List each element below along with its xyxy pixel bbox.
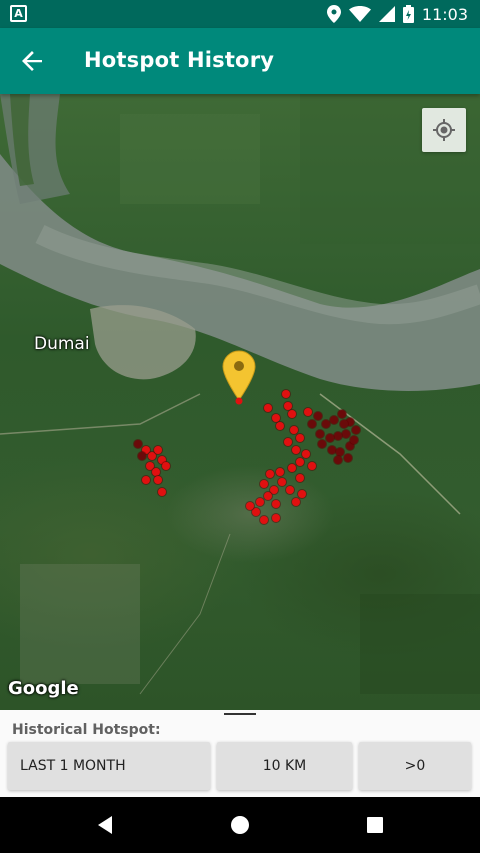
notification-app-icon: A bbox=[10, 5, 27, 22]
hotspot-marker[interactable] bbox=[330, 416, 338, 424]
status-icons: 11:03 bbox=[326, 4, 468, 24]
status-time: 11:03 bbox=[421, 4, 468, 24]
hotspot-marker[interactable] bbox=[288, 464, 296, 472]
hotspot-marker[interactable] bbox=[276, 422, 284, 430]
app-bar: Hotspot History bbox=[0, 28, 480, 94]
hotspot-marker[interactable] bbox=[272, 500, 280, 508]
hotspot-marker[interactable] bbox=[350, 436, 358, 444]
wifi-icon bbox=[348, 6, 371, 22]
hotspot-marker[interactable] bbox=[266, 470, 274, 478]
hotspot-marker[interactable] bbox=[290, 426, 298, 434]
signal-icon bbox=[378, 6, 395, 22]
hotspot-marker[interactable] bbox=[322, 420, 330, 428]
panel-label: Historical Hotspot: bbox=[12, 722, 161, 738]
hotspot-marker[interactable] bbox=[256, 498, 264, 506]
radius-filter-button[interactable]: 10 KM bbox=[217, 742, 352, 790]
hotspot-marker[interactable] bbox=[134, 440, 142, 448]
hotspot-marker[interactable] bbox=[308, 462, 316, 470]
hotspot-marker[interactable] bbox=[276, 468, 284, 476]
drag-handle[interactable] bbox=[224, 713, 256, 715]
hotspot-marker[interactable] bbox=[138, 452, 146, 460]
hotspot-marker[interactable] bbox=[154, 446, 162, 454]
hotspot-marker[interactable] bbox=[338, 410, 346, 418]
status-bar: A 11:03 bbox=[0, 0, 480, 28]
hotspot-marker[interactable] bbox=[288, 410, 296, 418]
hotspot-marker[interactable] bbox=[340, 420, 348, 428]
hotspot-marker[interactable] bbox=[314, 412, 322, 420]
hotspot-marker[interactable] bbox=[284, 438, 292, 446]
location-icon bbox=[326, 5, 341, 23]
hotspot-marker[interactable] bbox=[316, 430, 324, 438]
hotspot-marker[interactable] bbox=[278, 478, 286, 486]
google-attribution: Google bbox=[8, 678, 79, 699]
hotspot-marker[interactable] bbox=[342, 430, 350, 438]
hotspot-marker[interactable] bbox=[296, 434, 304, 442]
hotspot-marker[interactable] bbox=[246, 502, 254, 510]
hotspot-marker[interactable] bbox=[328, 446, 336, 454]
hotspot-marker[interactable] bbox=[296, 458, 304, 466]
hotspot-marker[interactable] bbox=[296, 474, 304, 482]
hotspot-marker[interactable] bbox=[260, 516, 268, 524]
hotspot-marker[interactable] bbox=[292, 498, 300, 506]
back-triangle-icon bbox=[98, 816, 112, 834]
arrow-back-icon bbox=[22, 51, 42, 71]
location-marker-icon[interactable] bbox=[222, 350, 256, 406]
time-filter-button[interactable]: LAST 1 MONTH bbox=[8, 742, 210, 790]
hotspot-marker[interactable] bbox=[284, 402, 292, 410]
battery-icon bbox=[402, 5, 414, 23]
nav-recents-button[interactable] bbox=[361, 811, 389, 839]
hotspot-marker[interactable] bbox=[334, 432, 342, 440]
hotspot-marker[interactable] bbox=[336, 448, 344, 456]
confidence-filter-button[interactable]: >0 bbox=[359, 742, 471, 790]
hotspot-marker[interactable] bbox=[152, 468, 160, 476]
hotspot-marker[interactable] bbox=[154, 476, 162, 484]
hotspot-marker[interactable] bbox=[352, 426, 360, 434]
map-place-label: Dumai bbox=[34, 334, 90, 354]
satellite-map[interactable]: Dumai Google bbox=[0, 94, 480, 710]
hotspot-marker[interactable] bbox=[292, 446, 300, 454]
nav-back-button[interactable] bbox=[91, 811, 119, 839]
hotspot-marker[interactable] bbox=[142, 476, 150, 484]
hotspot-marker[interactable] bbox=[260, 480, 268, 488]
hotspot-marker[interactable] bbox=[326, 434, 334, 442]
my-location-icon bbox=[433, 119, 455, 141]
hotspot-marker[interactable] bbox=[252, 508, 260, 516]
locate-button[interactable] bbox=[422, 108, 466, 152]
hotspot-marker[interactable] bbox=[286, 486, 294, 494]
hotspot-marker[interactable] bbox=[272, 414, 280, 422]
page-title: Hotspot History bbox=[84, 48, 275, 72]
recents-square-icon bbox=[367, 817, 383, 833]
hotspot-marker[interactable] bbox=[272, 514, 280, 522]
hotspot-marker[interactable] bbox=[304, 408, 312, 416]
hotspot-marker[interactable] bbox=[264, 404, 272, 412]
navigation-bar bbox=[0, 797, 480, 853]
hotspot-marker[interactable] bbox=[334, 456, 342, 464]
nav-home-button[interactable] bbox=[226, 811, 254, 839]
hotspot-marker[interactable] bbox=[302, 450, 310, 458]
hotspot-marker[interactable] bbox=[308, 420, 316, 428]
hotspot-marker[interactable] bbox=[344, 454, 352, 462]
back-button[interactable] bbox=[14, 43, 50, 79]
filter-panel: Historical Hotspot: LAST 1 MONTH 10 KM >… bbox=[0, 710, 480, 798]
hotspot-marker[interactable] bbox=[158, 488, 166, 496]
hotspot-marker[interactable] bbox=[162, 462, 170, 470]
hotspot-marker[interactable] bbox=[264, 492, 272, 500]
hotspot-marker[interactable] bbox=[318, 440, 326, 448]
hotspot-marker[interactable] bbox=[282, 390, 290, 398]
home-circle-icon bbox=[231, 816, 249, 834]
hotspot-marker[interactable] bbox=[298, 490, 306, 498]
